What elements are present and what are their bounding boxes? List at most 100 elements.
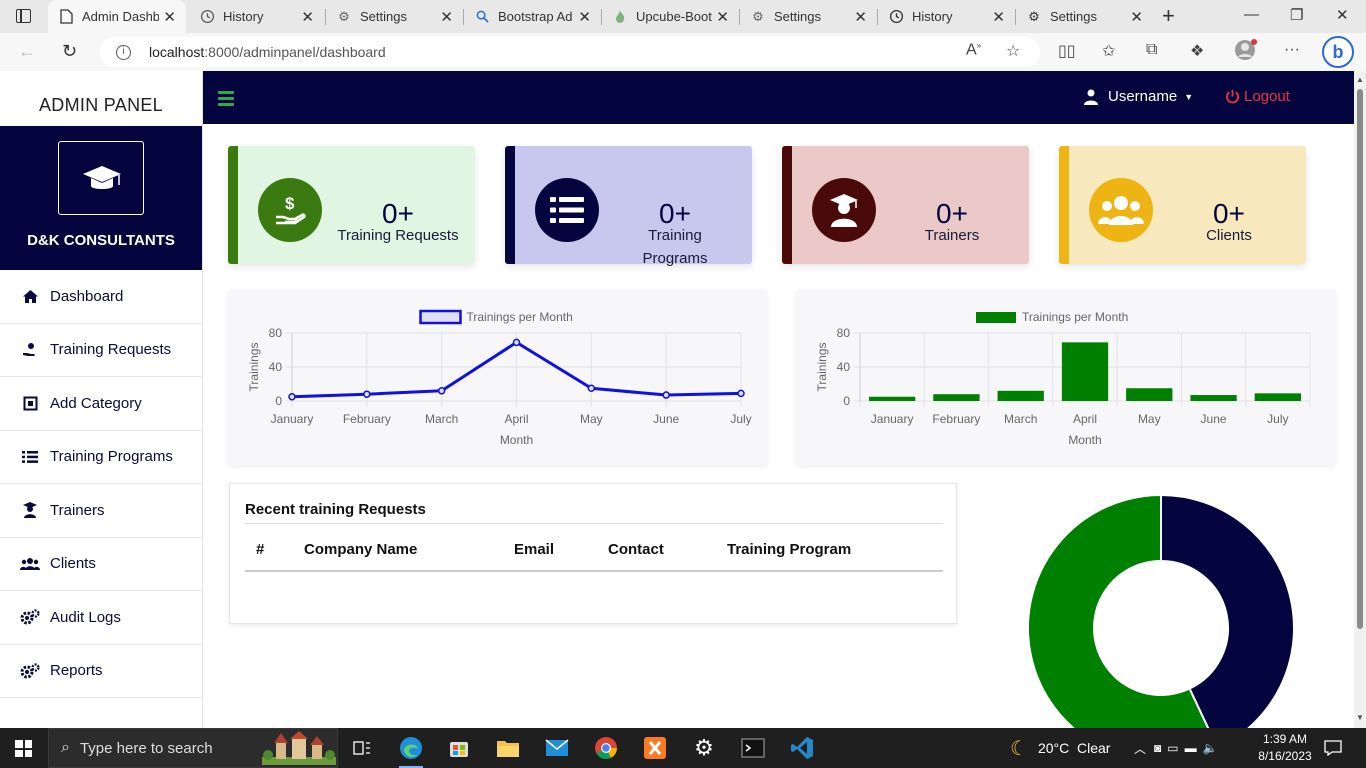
favorites-icon[interactable]: ✩ <box>1102 41 1115 61</box>
stat-card-trainers[interactable]: 0+ Trainers <box>782 146 1029 264</box>
windows-start-icon[interactable] <box>15 740 32 757</box>
read-aloud-icon[interactable]: A» <box>966 41 981 59</box>
close-icon[interactable]: ✕ <box>301 8 314 26</box>
site-info-icon[interactable]: i <box>116 44 131 60</box>
gear-icon: ⚙ <box>338 8 350 24</box>
minimize-icon[interactable]: — <box>1244 6 1259 23</box>
sidebar-item-training-programs[interactable]: Training Programs <box>0 431 202 484</box>
sidebar-item-dashboard[interactable]: Dashboard <box>0 270 202 324</box>
browser-tab-upcube[interactable]: Upcube-Boot ✕ <box>602 0 739 33</box>
data-point <box>662 391 670 399</box>
home-icon <box>20 289 40 304</box>
page-scrollbar[interactable]: ▲ ▼ <box>1354 71 1366 728</box>
column-header-company-name: Company Name <box>304 541 418 558</box>
browser-tab-settings-2[interactable]: ⚙ Settings ✕ <box>740 0 877 33</box>
browser-tab-admin-dashboard[interactable]: Admin Dashb ✕ <box>48 0 186 33</box>
xampp-icon[interactable] <box>637 733 673 763</box>
speaker-icon[interactable]: 🔈 <box>1203 741 1218 755</box>
profile-avatar[interactable] <box>1234 38 1258 67</box>
close-icon[interactable]: ✕ <box>578 8 591 26</box>
taskbar-clock[interactable]: 1:39 AM 8/16/2023 <box>1250 731 1320 765</box>
x-tick-label: March <box>1004 412 1037 426</box>
line-chart-card: Trainings per Month 0 40 80 January February M… <box>228 289 767 465</box>
donut-chart[interactable] <box>987 483 1336 762</box>
chevron-up-icon[interactable]: ︿ <box>1134 740 1146 757</box>
sidebar-item-label: Dashboard <box>50 287 124 305</box>
close-icon[interactable]: ✕ <box>854 8 867 26</box>
stat-card-clients[interactable]: 0+ Clients <box>1059 146 1306 264</box>
x-tick-label: July <box>730 412 751 426</box>
collections-icon[interactable]: ⧉ <box>1146 41 1157 59</box>
split-screen-icon[interactable]: ▯▯ <box>1058 41 1076 61</box>
favorite-star-icon[interactable]: ☆ <box>1006 41 1020 61</box>
browser-tab-settings[interactable]: ⚙ Settings ✕ <box>326 0 463 33</box>
window-close-icon[interactable]: ✕ <box>1336 6 1349 24</box>
clock-time: 1:39 AM <box>1262 732 1308 746</box>
close-icon[interactable]: ✕ <box>440 8 453 26</box>
task-view-icon[interactable] <box>344 733 380 763</box>
stat-card-training-requests[interactable]: $ 0+ Training Requests <box>228 146 475 264</box>
tab-label: Settings <box>1050 9 1097 24</box>
settings-gear-icon[interactable]: ⚙ <box>686 733 722 763</box>
network-icon[interactable]: ▭ <box>1167 741 1178 755</box>
data-point <box>737 389 745 398</box>
browser-tab-history-2[interactable]: History ✕ <box>878 0 1015 33</box>
logout-link[interactable]: Logout <box>1225 88 1290 105</box>
back-arrow-icon[interactable]: ← <box>18 41 36 62</box>
sidebar-item-training-requests[interactable]: Training Requests <box>0 324 202 377</box>
hand-holding-icon <box>20 342 40 358</box>
scroll-up-arrow-icon[interactable]: ▲ <box>1356 75 1364 84</box>
tab-label: Settings <box>360 9 407 24</box>
chrome-icon[interactable] <box>588 733 624 763</box>
column-header-email: Email <box>514 541 555 558</box>
weather-widget[interactable]: ☾ 20°C Clear <box>1010 728 1110 768</box>
url-input[interactable]: i localhost:8000/adminpanel/dashboard <box>100 37 1040 67</box>
system-tray[interactable]: ︿ ◙ ▭ ▬ 🔈 <box>1134 728 1218 768</box>
browser-tab-bootstrap[interactable]: Bootstrap Ad ✕ <box>464 0 601 33</box>
more-options-icon[interactable]: ··· <box>1284 41 1300 59</box>
tab-actions-icon[interactable] <box>16 9 31 23</box>
notifications-icon[interactable] <box>1324 728 1342 768</box>
terminal-icon[interactable] <box>735 733 771 763</box>
scroll-down-arrow-icon[interactable]: ▼ <box>1356 713 1364 722</box>
sidebar-item-reports[interactable]: Reports <box>0 645 202 698</box>
caret-down-icon: ▼ <box>1184 91 1194 102</box>
close-icon[interactable]: ✕ <box>163 8 176 26</box>
microsoft-store-icon[interactable] <box>441 733 477 763</box>
refresh-icon[interactable]: ↻ <box>62 41 77 62</box>
sidebar-item-clients[interactable]: Clients <box>0 538 202 591</box>
sidebar-item-label: Reports <box>50 662 103 680</box>
close-icon[interactable]: ✕ <box>992 8 1005 26</box>
divider <box>245 523 943 524</box>
user-dropdown[interactable]: Username ▼ <box>1084 88 1193 105</box>
x-tick-label: June <box>1201 412 1227 426</box>
tab-label: History <box>912 9 953 24</box>
graduation-cap-icon[interactable] <box>58 141 144 215</box>
sidebar-item-trainers[interactable]: Trainers <box>0 484 202 538</box>
battery-icon[interactable]: ▬ <box>1185 741 1197 755</box>
mail-icon[interactable] <box>539 733 575 763</box>
bar <box>1061 342 1109 401</box>
stat-card-training-programs[interactable]: 0+ Training Programs <box>505 146 752 267</box>
browser-tab-history[interactable]: History ✕ <box>189 0 324 33</box>
new-tab-plus-icon[interactable]: + <box>1162 3 1175 29</box>
tab-label: Admin Dashb <box>82 9 160 24</box>
camera-icon[interactable]: ◙ <box>1154 741 1161 755</box>
hamburger-menu-icon[interactable] <box>218 91 234 109</box>
browser-tab-settings-3[interactable]: ⚙ Settings ✕ <box>1016 0 1153 33</box>
data-point <box>288 393 296 401</box>
bar-chart[interactable]: Trainings per Month 0 40 80 January February M… <box>796 289 1336 465</box>
sidebar-item-audit-logs[interactable]: Audit Logs <box>0 591 202 645</box>
file-explorer-icon[interactable] <box>490 733 526 763</box>
bar <box>869 396 916 401</box>
close-icon[interactable]: ✕ <box>716 8 729 26</box>
sidebar-item-add-category[interactable]: Add Category <box>0 377 202 431</box>
edge-browser-icon[interactable] <box>393 733 429 768</box>
scrollbar-thumb[interactable] <box>1357 89 1363 629</box>
extensions-icon[interactable]: ❖ <box>1190 41 1204 61</box>
vscode-icon[interactable] <box>784 733 820 763</box>
restore-icon[interactable]: ❐ <box>1290 6 1303 24</box>
close-icon[interactable]: ✕ <box>1130 8 1143 26</box>
bing-chat-icon[interactable]: b <box>1322 36 1354 68</box>
line-chart[interactable]: Trainings per Month 0 40 80 January February M… <box>228 289 767 465</box>
